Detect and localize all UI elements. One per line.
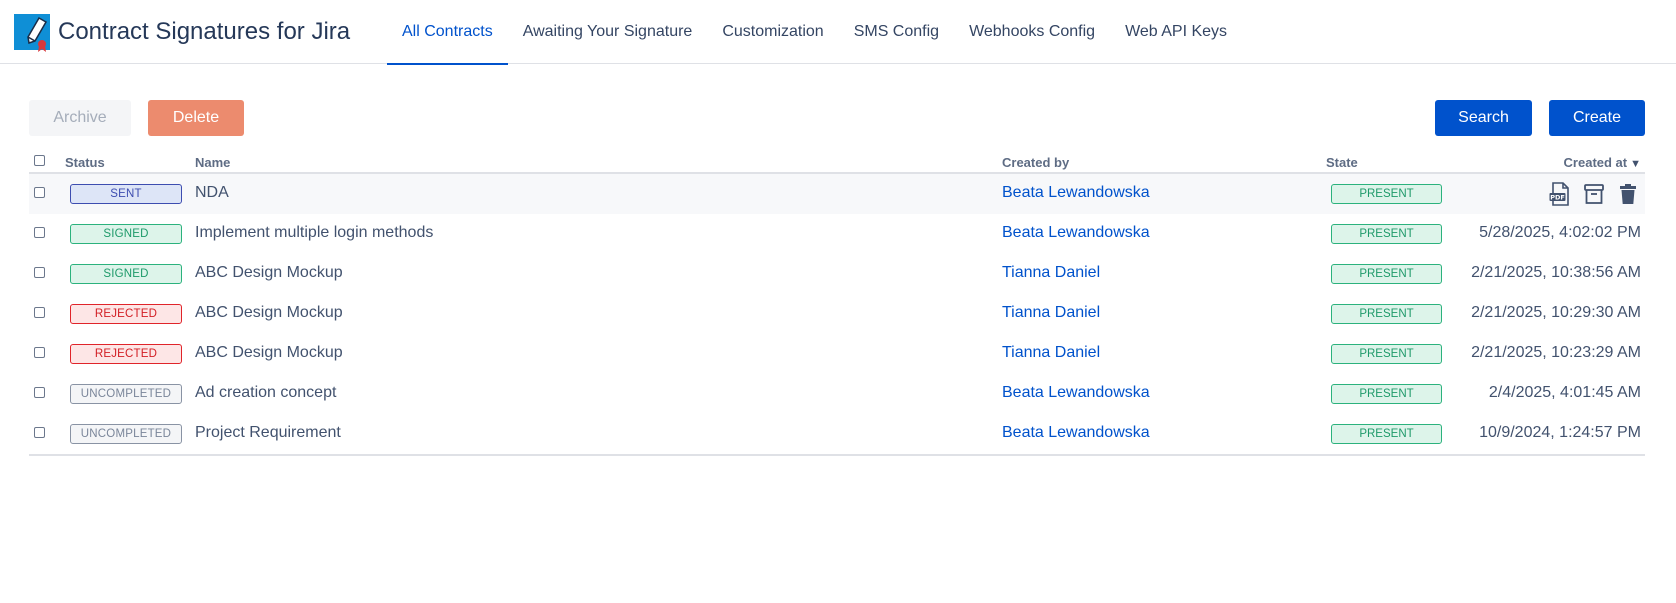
archive-button[interactable]: Archive — [29, 100, 131, 136]
table-row[interactable]: REJECTED ABC Design Mockup Tianna Daniel PR… — [29, 294, 1645, 334]
status-column-header[interactable]: Status — [65, 155, 105, 170]
table-header: Status Name Created by State Created at ▼ — [29, 152, 1645, 174]
state-badge: PRESENT — [1331, 304, 1442, 324]
search-button[interactable]: Search — [1435, 100, 1532, 136]
row-checkbox[interactable] — [34, 267, 45, 278]
table-row[interactable]: REJECTED ABC Design Mockup Tianna Daniel PR… — [29, 334, 1645, 374]
contract-name[interactable]: ABC Design Mockup — [195, 344, 343, 362]
table-row[interactable]: SIGNED ABC Design Mockup Tianna Daniel PRES… — [29, 254, 1645, 294]
contract-name[interactable]: ABC Design Mockup — [195, 264, 343, 282]
svg-text:PDF: PDF — [1550, 194, 1565, 202]
state-badge: PRESENT — [1331, 344, 1442, 364]
app-title: Contract Signatures for Jira — [58, 18, 351, 45]
created-by-link[interactable]: Beata Lewandowska — [1002, 224, 1150, 242]
state-badge: PRESENT — [1331, 264, 1442, 284]
row-checkbox[interactable] — [34, 347, 45, 358]
main-nav: All Contracts Awaiting Your Signature Cu… — [387, 0, 1242, 65]
contract-name[interactable]: Implement multiple login methods — [195, 224, 433, 242]
name-column-header[interactable]: Name — [195, 155, 230, 170]
tab-customization[interactable]: Customization — [707, 0, 838, 64]
tab-sms-config[interactable]: SMS Config — [839, 0, 954, 64]
table-row[interactable]: UNCOMPLETED Ad creation concept Beata Lewa… — [29, 374, 1645, 414]
status-badge: UNCOMPLETED — [70, 384, 182, 404]
select-all-checkbox[interactable] — [34, 155, 45, 166]
created-by-link[interactable]: Tianna Daniel — [1002, 264, 1100, 282]
row-checkbox[interactable] — [34, 427, 45, 438]
trash-icon[interactable] — [1617, 182, 1639, 206]
state-badge: PRESENT — [1331, 224, 1442, 244]
status-badge: REJECTED — [70, 304, 182, 324]
created-at-value: 2/4/2025, 4:01:45 AM — [1488, 384, 1641, 401]
created-at-value: 2/21/2025, 10:23:29 AM — [1471, 344, 1641, 361]
created-by-link[interactable]: Beata Lewandowska — [1002, 384, 1150, 402]
created-at-column-header[interactable]: Created at ▼ — [1564, 155, 1641, 170]
state-badge: PRESENT — [1331, 384, 1442, 404]
row-checkbox[interactable] — [34, 227, 45, 238]
status-badge: UNCOMPLETED — [70, 424, 182, 444]
table-row[interactable]: UNCOMPLETED Project Requirement Beata Lewa… — [29, 414, 1645, 454]
status-badge: SENT — [70, 184, 182, 204]
row-checkbox[interactable] — [34, 187, 45, 198]
created-by-link[interactable]: Beata Lewandowska — [1002, 424, 1150, 442]
archive-box-icon[interactable] — [1583, 182, 1605, 206]
created-by-link[interactable]: Beata Lewandowska — [1002, 184, 1150, 202]
row-actions: PDF — [1549, 182, 1639, 206]
pdf-file-icon[interactable]: PDF — [1549, 182, 1571, 206]
table-body: SENT NDA Beata Lewandowska PRESENT PDF SIGNED… — [29, 174, 1645, 456]
contract-name[interactable]: Ad creation concept — [195, 384, 336, 402]
status-badge: SIGNED — [70, 224, 182, 244]
created-at-value: 2/21/2025, 10:29:30 AM — [1471, 304, 1641, 321]
state-badge: PRESENT — [1331, 424, 1442, 444]
row-checkbox[interactable] — [34, 307, 45, 318]
tab-web-api-keys[interactable]: Web API Keys — [1110, 0, 1242, 64]
contract-name[interactable]: Project Requirement — [195, 424, 341, 442]
created-by-column-header[interactable]: Created by — [1002, 155, 1069, 170]
contract-name[interactable]: NDA — [195, 184, 229, 202]
contract-name[interactable]: ABC Design Mockup — [195, 304, 343, 322]
status-badge: REJECTED — [70, 344, 182, 364]
contracts-table: Status Name Created by State Created at ▼… — [29, 152, 1645, 456]
created-at-value: 5/28/2025, 4:02:02 PM — [1479, 224, 1641, 241]
state-badge: PRESENT — [1331, 184, 1442, 204]
delete-button[interactable]: Delete — [148, 100, 244, 136]
created-at-header-label: Created at — [1563, 155, 1628, 170]
created-at-value: 2/21/2025, 10:38:56 AM — [1471, 264, 1641, 281]
tab-all-contracts[interactable]: All Contracts — [387, 0, 508, 65]
table-row[interactable]: SENT NDA Beata Lewandowska PRESENT PDF — [29, 174, 1645, 214]
tab-awaiting-your-signature[interactable]: Awaiting Your Signature — [508, 0, 708, 64]
app-logo-icon — [14, 14, 50, 52]
created-by-link[interactable]: Tianna Daniel — [1002, 304, 1100, 322]
created-by-link[interactable]: Tianna Daniel — [1002, 344, 1100, 362]
created-at-value: 10/9/2024, 1:24:57 PM — [1479, 424, 1641, 441]
row-checkbox[interactable] — [34, 387, 45, 398]
top-bar: Contract Signatures for Jira All Contrac… — [0, 0, 1676, 65]
state-column-header[interactable]: State — [1326, 155, 1358, 170]
status-badge: SIGNED — [70, 264, 182, 284]
create-button[interactable]: Create — [1549, 100, 1645, 136]
sort-descending-icon: ▼ — [1630, 158, 1641, 170]
tab-webhooks-config[interactable]: Webhooks Config — [954, 0, 1110, 64]
table-row[interactable]: SIGNED Implement multiple login methods Be… — [29, 214, 1645, 254]
